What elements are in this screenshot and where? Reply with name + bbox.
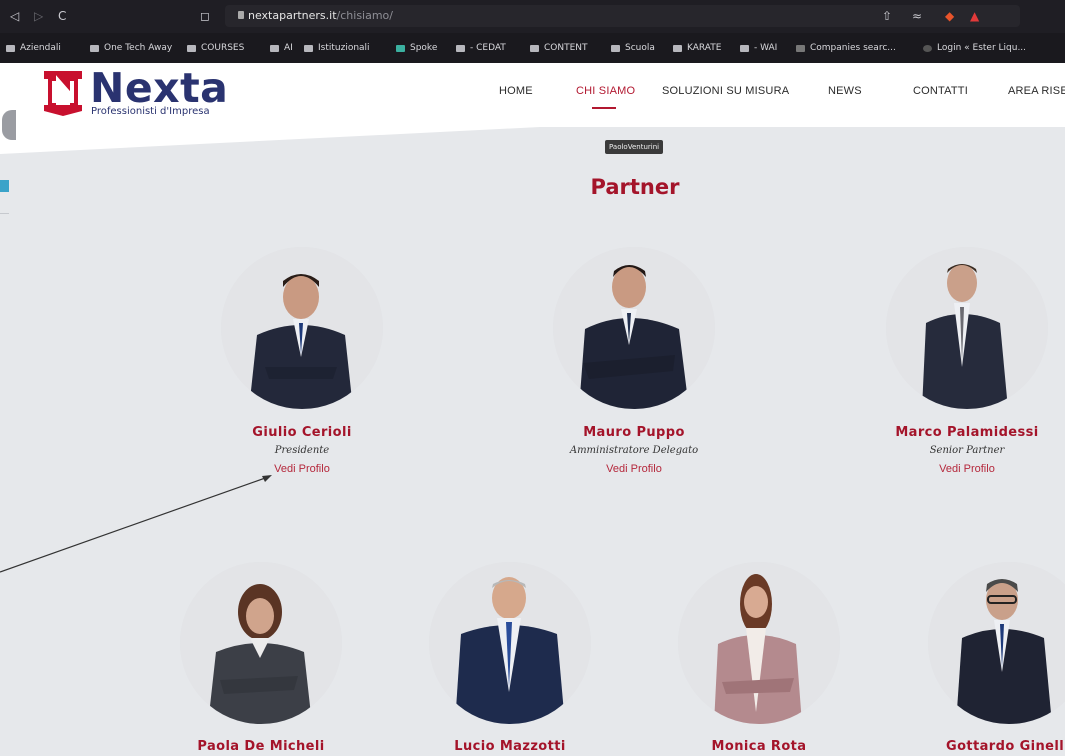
bookmark-folder[interactable]: COURSES <box>187 43 244 53</box>
partner-photo[interactable] <box>678 562 840 724</box>
logo-tagline: Professionisti d'Impresa <box>91 106 210 117</box>
lock-icon <box>238 11 244 19</box>
partner-photo[interactable] <box>221 247 383 409</box>
folder-icon <box>187 44 196 52</box>
bookmark-folder[interactable]: One Tech Away <box>90 43 172 53</box>
header-slant <box>0 118 1065 154</box>
folder-icon <box>456 44 465 52</box>
nav-home[interactable]: HOME <box>499 85 533 97</box>
folder-icon <box>90 44 99 52</box>
forward-icon[interactable]: ▷ <box>34 9 43 23</box>
bookmark-label: - WAI <box>754 43 778 53</box>
folder-icon <box>740 44 749 52</box>
partner-profile-link[interactable]: Vedi Profilo <box>553 463 715 475</box>
nexta-logo-icon[interactable] <box>40 67 86 117</box>
bookmark-label: Spoke <box>410 43 438 53</box>
rss-icon[interactable]: ≈ <box>912 9 922 23</box>
bookmark-label: KARATE <box>687 43 722 53</box>
partner-name: Mauro Puppo <box>583 425 685 440</box>
companies-icon <box>796 44 805 52</box>
nav-chi-siamo[interactable]: CHI SIAMO <box>576 85 635 97</box>
bookmark-folder[interactable]: AI <box>270 43 293 53</box>
partner-name: Lucio Mazzotti <box>454 739 566 754</box>
bookmark-icon[interactable]: ◻ <box>200 9 210 23</box>
folder-icon <box>6 44 15 52</box>
bookmark-folder[interactable]: - CEDAT <box>456 43 506 53</box>
partner-role: Senior Partner <box>929 445 1005 456</box>
partner-name: Monica Rota <box>711 739 807 754</box>
side-handle[interactable] <box>2 110 16 140</box>
bookmark-label: Aziendali <box>20 43 61 53</box>
partner-photo[interactable] <box>553 247 715 409</box>
bookmark-folder[interactable]: Istituzionali <box>304 43 370 53</box>
nav-contatti[interactable]: CONTATTI <box>913 85 968 97</box>
partner-profile-link[interactable]: Vedi Profilo <box>886 463 1048 475</box>
bookmark-label: AI <box>284 43 293 53</box>
bookmark-folder[interactable]: KARATE <box>673 43 721 53</box>
folder-icon <box>530 44 539 52</box>
nav-soluzioni[interactable]: SOLUZIONI SU MISURA <box>662 85 789 97</box>
reload-icon[interactable]: C <box>58 9 66 23</box>
hover-tooltip: PaoloVenturini <box>605 140 664 154</box>
bookmark-folder[interactable]: Scuola <box>611 43 655 53</box>
partner-name: Paola De Micheli <box>197 739 325 754</box>
bookmark-label: Companies searc... <box>810 43 896 53</box>
url-text[interactable]: nextapartners.it/chisiamo/ <box>248 9 393 22</box>
bookmark-label: Login « Ester Liqu... <box>937 43 1027 53</box>
bookmark-link[interactable]: Companies searc... <box>796 43 896 53</box>
brave-shield-icon[interactable]: ◆ <box>945 9 954 23</box>
rewards-icon[interactable]: ▲ <box>970 9 979 23</box>
nav-active-indicator <box>592 107 616 109</box>
share-icon[interactable]: ⇧ <box>882 9 892 23</box>
logo-wordmark[interactable]: Nexta <box>90 68 228 109</box>
folder-icon <box>270 44 279 52</box>
bookmark-label: - CEDAT <box>470 43 506 53</box>
browser-toolbar: ◁ ▷ C ◻ nextapartners.it/chisiamo/ ⇧ ≈ ◆… <box>0 0 1065 33</box>
folder-icon <box>611 44 620 52</box>
partner-profile-link[interactable]: Vedi Profilo <box>221 463 383 475</box>
divider <box>0 213 9 214</box>
back-icon[interactable]: ◁ <box>10 9 19 23</box>
partner-name: Giulio Cerioli <box>252 425 352 440</box>
partner-photo[interactable] <box>928 562 1065 724</box>
bookmark-folder[interactable]: CONTENT <box>530 43 588 53</box>
partner-photo[interactable] <box>180 562 342 724</box>
globe-icon <box>923 44 932 52</box>
bookmark-folder[interactable]: Aziendali <box>6 43 61 53</box>
folder-icon <box>673 44 682 52</box>
bookmark-label: One Tech Away <box>104 43 173 53</box>
bookmarks-bar: Aziendali One Tech Away COURSES AI Istit… <box>0 33 1065 63</box>
nav-area-riservata[interactable]: AREA RISE <box>1008 85 1065 97</box>
folder-icon <box>304 44 313 52</box>
partner-photo[interactable] <box>429 562 591 724</box>
spoke-icon <box>396 44 405 52</box>
bookmark-label: CONTENT <box>544 43 588 53</box>
bookmark-label: Istituzionali <box>318 43 370 53</box>
partner-role: Presidente <box>274 445 330 456</box>
bookmark-folder[interactable]: - WAI <box>740 43 777 53</box>
bookmark-label: COURSES <box>201 43 245 53</box>
section-title: Partner <box>590 175 680 199</box>
bookmark-link[interactable]: Login « Ester Liqu... <box>923 43 1026 53</box>
partner-name: Marco Palamidessi <box>895 425 1039 440</box>
partner-photo[interactable] <box>886 247 1048 409</box>
partner-role: Amministratore Delegato <box>569 445 699 456</box>
nav-news[interactable]: NEWS <box>828 85 862 97</box>
partner-name: Gottardo Ginell <box>946 739 1065 754</box>
bookmark-link[interactable]: Spoke <box>396 43 437 53</box>
bookmark-label: Scuola <box>625 43 655 53</box>
